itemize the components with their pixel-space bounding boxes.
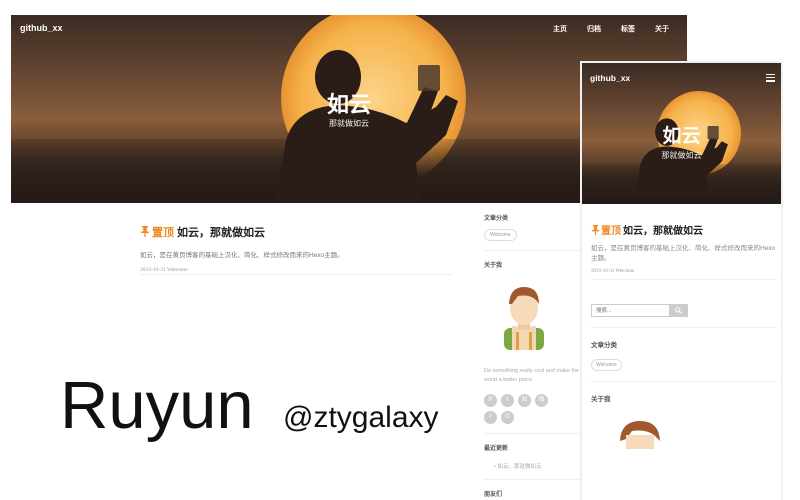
weibo-icon[interactable]: 微 xyxy=(535,393,548,407)
post-divider xyxy=(140,274,452,275)
sidebar-divider xyxy=(484,432,592,434)
mobile-hero-title: 如云 xyxy=(662,126,701,147)
mobile-post-heading[interactable]: 置顶 如云，那就做如云 xyxy=(591,221,777,239)
mobile-about-title: 关于我 xyxy=(591,396,611,403)
mobile-hero-subtitle: 那就做如云 xyxy=(661,151,702,160)
top-nav: 主页 归档 标签 关于 xyxy=(553,24,669,34)
pin-icon xyxy=(141,226,149,237)
zhihu-icon[interactable]: 知 xyxy=(518,393,531,407)
post-excerpt: 如云，是在黄页博客的基础上汉化、简化、样式修改而来的Hexo主题。 xyxy=(140,252,344,259)
mobile-divider xyxy=(591,381,777,382)
facebook-icon[interactable]: f xyxy=(484,410,497,424)
social-links: R t 知 微 f G xyxy=(484,393,564,424)
search-input[interactable] xyxy=(591,304,669,317)
search-button[interactable] xyxy=(669,304,688,317)
pinned-tag: 置顶 xyxy=(152,227,174,239)
recent-post-label: 如云，那就做如云 xyxy=(497,463,542,470)
categories-title: 文章分类 xyxy=(484,216,509,222)
watermark-handle: @ztygalaxy xyxy=(283,401,439,434)
mobile-post-title[interactable]: 如云，那就做如云 xyxy=(623,226,703,237)
rss-icon[interactable]: R xyxy=(484,393,497,407)
sidebar: 文章分类 Welcome 关于我 Do something really coo… xyxy=(484,213,592,498)
nav-tags[interactable]: 标签 xyxy=(621,24,635,34)
mobile-categories-title: 文章分类 xyxy=(591,342,617,349)
mobile-site-brand[interactable]: github_xx xyxy=(590,73,630,83)
nav-about[interactable]: 关于 xyxy=(655,24,669,34)
recent-post-link[interactable]: • 如云，那就做如云 xyxy=(484,462,592,470)
mobile-post-card: 置顶 如云，那就做如云 如云，是在黄页博客的基础上汉化、简化、样式修改而来的Hex… xyxy=(591,221,777,274)
about-title: 关于我 xyxy=(484,263,503,269)
links-title: 朋友们 xyxy=(484,491,503,498)
mobile-post-excerpt: 如云，是在黄页博客的基础上汉化、简化、样式修改而来的Hexo主题。 xyxy=(591,245,776,262)
mobile-divider xyxy=(591,327,777,328)
search-icon xyxy=(675,307,682,314)
site-brand[interactable]: github_xx xyxy=(20,23,63,33)
recent-title: 最近更新 xyxy=(484,445,509,452)
github-icon[interactable]: G xyxy=(501,410,514,424)
mobile-hero-banner: github_xx 如云 那就做如云 xyxy=(582,63,781,204)
sidebar-divider xyxy=(484,250,592,251)
sidebar-divider xyxy=(484,478,592,480)
pin-icon xyxy=(591,225,600,235)
twitter-icon[interactable]: t xyxy=(501,393,514,407)
about-motto: Do something really cool and make the wo… xyxy=(484,368,580,383)
mobile-post-meta: 2019-10-31 Welcome xyxy=(591,268,635,274)
nav-archive[interactable]: 归档 xyxy=(587,24,601,34)
mobile-divider xyxy=(591,279,777,280)
post-heading[interactable]: 置顶 如云，那就做如云 xyxy=(140,223,452,241)
mobile-category-tag-welcome[interactable]: Welcome xyxy=(591,359,622,371)
pinned-tag: 置顶 xyxy=(601,226,621,237)
post-card: 置顶 如云，那就做如云 如云，是在黄页博客的基础上汉化、简化、样式修改而来的Hex… xyxy=(140,223,452,273)
nav-home[interactable]: 主页 xyxy=(553,24,567,34)
watermark-name: Ruyun xyxy=(60,368,254,443)
avatar xyxy=(504,287,544,350)
avatar xyxy=(620,421,660,449)
post-meta: 2019-10-31 Welcome xyxy=(140,267,188,273)
category-tag-welcome[interactable]: Welcome xyxy=(484,229,517,241)
post-title[interactable]: 如云，那就做如云 xyxy=(177,227,265,239)
mobile-screenshot: github_xx 如云 那就做如云 置顶 如云，那就做如云 如云，是在黄页博客的… xyxy=(580,61,783,500)
mobile-search-bar xyxy=(591,304,688,317)
hamburger-menu-icon[interactable] xyxy=(766,74,775,82)
